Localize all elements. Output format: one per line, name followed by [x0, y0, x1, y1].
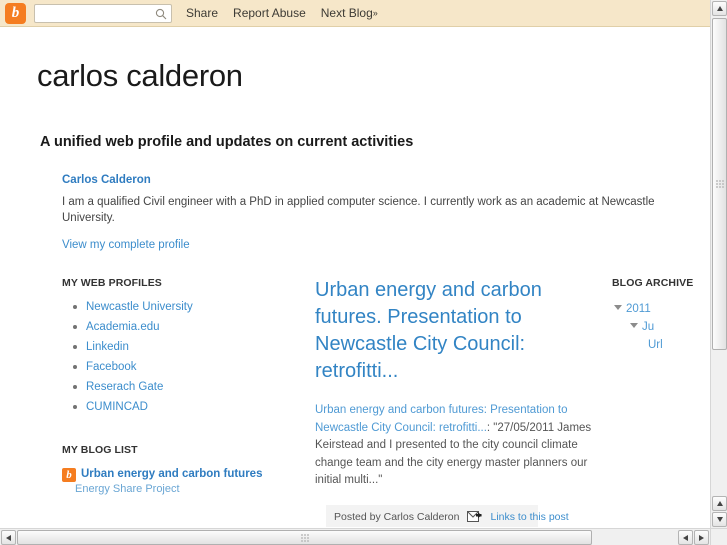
blog-list-heading: MY BLOG LIST [62, 444, 138, 456]
navbar-links: Share Report Abuse Next Blog» [186, 6, 378, 20]
profile-bio: I am a qualified Civil engineer with a P… [62, 196, 655, 224]
browser-viewport: b Share Report Abuse Next Blog» carlos c… [0, 0, 727, 545]
arrow-up-icon [716, 501, 723, 506]
grip-dots-icon [300, 533, 309, 542]
web-profiles-heading: MY WEB PROFILES [62, 277, 162, 289]
navbar-link-share[interactable]: Share [186, 6, 218, 20]
list-item: Academia.edu [72, 320, 305, 334]
web-profiles-list: Newcastle University Academia.edu Linked… [62, 300, 305, 414]
search-icon[interactable] [155, 8, 167, 20]
right-sidebar: BLOG ARCHIVE 2011 Ju Url [605, 277, 710, 527]
archive-year-label[interactable]: 2011 [626, 303, 651, 315]
post-author-label: Posted by Carlos Calderon [334, 510, 460, 523]
horizontal-scrollbar[interactable] [0, 528, 710, 545]
blogger-b-glyph: b [66, 468, 72, 481]
content-columns: MY WEB PROFILES Newcastle University Aca… [0, 277, 710, 527]
arrow-up-icon [716, 6, 723, 11]
post-title-link[interactable]: Urban energy and carbon futures. Present… [315, 279, 542, 382]
arrow-left-icon [683, 534, 688, 541]
archive-entry-month[interactable]: Ju [630, 318, 710, 336]
list-item: Newcastle University [72, 300, 305, 314]
left-sidebar: MY WEB PROFILES Newcastle University Aca… [0, 277, 305, 527]
blog-list-widget: MY BLOG LIST b Urban energy and carbon f… [62, 444, 305, 495]
web-profile-link-facebook[interactable]: Facebook [86, 361, 137, 373]
horizontal-scrollbar-thumb[interactable] [17, 530, 592, 545]
navbar-link-next-blog[interactable]: Next Blog» [321, 6, 378, 20]
web-profile-link-linkedin[interactable]: Linkedin [86, 341, 129, 353]
view-complete-profile-link[interactable]: View my complete profile [62, 239, 190, 251]
chevron-down-icon[interactable] [614, 305, 622, 311]
scroll-down-button-upper[interactable] [712, 496, 727, 511]
next-blog-chevron: » [372, 8, 378, 18]
arrow-right-icon [699, 534, 704, 541]
vertical-scrollbar[interactable] [710, 0, 727, 528]
scroll-left-button[interactable] [1, 530, 16, 545]
page-title: carlos calderon [37, 58, 243, 93]
profile-widget: Carlos Calderon I am a qualified Civil e… [62, 174, 697, 253]
chevron-down-icon[interactable] [630, 323, 638, 329]
list-item: b Urban energy and carbon futures [62, 467, 305, 482]
blog-archive-heading: BLOG ARCHIVE [612, 277, 694, 289]
blog-header: carlos calderon A unified web profile an… [0, 28, 710, 150]
arrow-left-icon [6, 534, 11, 541]
search-field-wrapper[interactable] [34, 3, 172, 23]
blogger-b-glyph: b [11, 4, 20, 21]
web-profile-link-newcastle-university[interactable]: Newcastle University [86, 301, 193, 313]
blog-description: A unified web profile and updates on cur… [40, 134, 414, 150]
blogger-b-icon[interactable]: b [5, 2, 26, 24]
profile-name[interactable]: Carlos Calderon [62, 174, 697, 186]
envelope-icon[interactable] [467, 511, 483, 522]
links-to-this-post-link[interactable]: Links to this post [490, 511, 568, 523]
grip-dots-icon [715, 179, 724, 189]
vertical-scrollbar-thumb[interactable] [712, 18, 727, 350]
next-blog-label: Next Blog [320, 6, 373, 20]
main-post-column: Urban energy and carbon futures. Present… [305, 277, 605, 527]
post-snippet: Urban energy and carbon futures: Present… [315, 402, 605, 490]
archive-entry-year[interactable]: 2011 [614, 300, 710, 318]
web-profile-link-research-gate[interactable]: Reserach Gate [86, 381, 163, 393]
web-profile-link-academia-edu[interactable]: Academia.edu [86, 321, 160, 333]
search-input[interactable] [39, 6, 155, 20]
blogger-navbar: b Share Report Abuse Next Blog» [0, 0, 710, 27]
navbar-link-report-abuse[interactable]: Report Abuse [233, 6, 306, 20]
blog-list-item-title[interactable]: Urban energy and carbon futures [81, 467, 262, 482]
archive-post-label[interactable]: Url [648, 339, 663, 351]
scroll-right-button[interactable] [694, 530, 709, 545]
scroll-right-button-inner[interactable] [678, 530, 693, 545]
blog-page: carlos calderon A unified web profile an… [0, 28, 710, 527]
scroll-down-button[interactable] [712, 512, 727, 527]
post-title: Urban energy and carbon futures. Present… [315, 277, 605, 385]
list-item: Reserach Gate [72, 380, 305, 394]
scrollbar-corner [710, 528, 727, 545]
arrow-down-icon [716, 517, 723, 522]
list-item: CUMINCAD [72, 400, 305, 414]
post-footer: Posted by Carlos Calderon Links to this … [326, 504, 569, 527]
list-item: Facebook [72, 360, 305, 374]
web-profile-link-cumincad[interactable]: CUMINCAD [86, 401, 148, 413]
blogger-b-icon: b [62, 468, 76, 482]
scroll-up-button[interactable] [712, 1, 727, 16]
blog-list-text: Urban energy and carbon futures [81, 467, 262, 482]
archive-month-label[interactable]: Ju [642, 321, 654, 333]
blog-list-item-subtitle: Energy Share Project [75, 483, 180, 495]
list-item: Linkedin [72, 340, 305, 354]
archive-entry-post[interactable]: Url [648, 336, 710, 354]
